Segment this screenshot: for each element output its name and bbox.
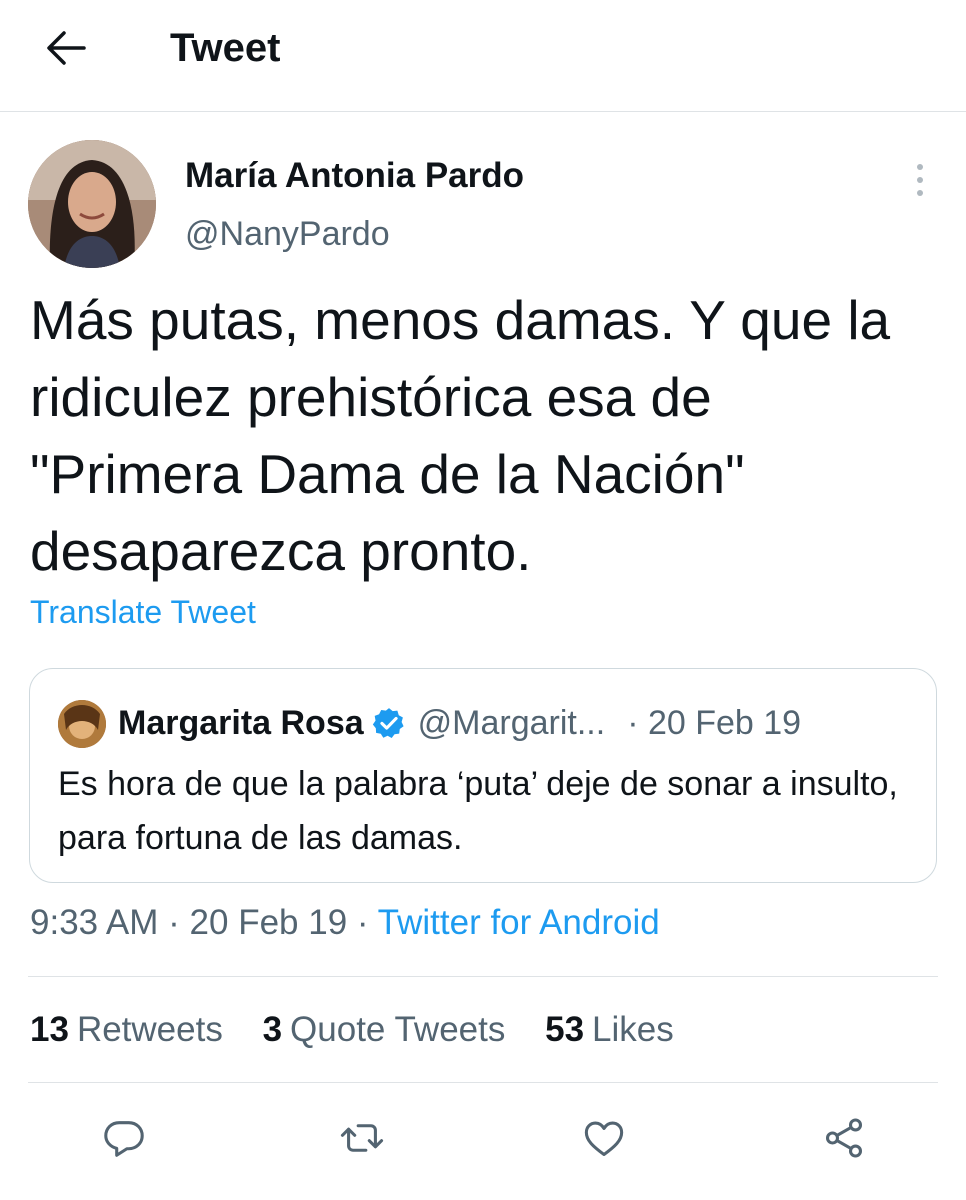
action-bar [0,1106,966,1170]
avatar[interactable] [28,140,156,268]
retweet-button[interactable] [330,1106,394,1170]
retweet-icon [340,1124,384,1152]
share-icon [825,1118,863,1158]
author-handle[interactable]: @NanyPardo [185,212,390,256]
top-bar: Tweet [0,0,966,112]
more-options-icon[interactable] [908,160,932,200]
back-button[interactable] [38,22,94,74]
tweet-source-link[interactable]: Twitter for Android [378,903,660,942]
quote-tweets-stat[interactable]: 3 Quote Tweets [263,1008,506,1052]
translate-tweet-link[interactable]: Translate Tweet [30,592,256,632]
meta-separator: · [356,903,378,942]
reply-button[interactable] [92,1106,156,1170]
tweet-author: María Antonia Pardo @NanyPardo [28,140,938,270]
quoted-text: Es hora de que la palabra ‘puta’ deje de… [58,765,898,857]
likes-stat[interactable]: 53 Likes [545,1008,674,1052]
tweet-stats: 13 Retweets 3 Quote Tweets 53 Likes [30,1008,704,1052]
tweet-meta: 9:33 AM · 20 Feb 19 · Twitter for Androi… [30,900,660,946]
quoted-date: · 20 Feb 19 [627,703,802,742]
reply-icon [104,1121,144,1157]
meta-separator: · [168,903,190,942]
divider [28,976,938,977]
quoted-author-name: Margarita Rosa [118,703,364,742]
quoted-header: Margarita Rosa @Margarit... · 20 Feb 19 [118,699,801,747]
verified-badge-icon [372,706,406,740]
divider [28,1082,938,1083]
retweets-stat[interactable]: 13 Retweets [30,1008,223,1052]
share-button[interactable] [812,1106,876,1170]
author-name[interactable]: María Antonia Pardo [185,154,524,198]
like-button[interactable] [572,1106,636,1170]
tweet-date: 20 Feb 19 [189,903,348,942]
quoted-avatar [58,700,106,748]
tweet-time: 9:33 AM [30,903,159,942]
tweet-text: Más putas, menos damas. Y que la ridicul… [30,289,891,582]
like-icon [584,1121,624,1157]
quoted-tweet[interactable]: Margarita Rosa @Margarit... · 20 Feb 19 … [29,668,937,883]
page-title: Tweet [170,26,281,70]
arrow-left-icon [47,31,86,65]
quoted-author-handle: @Margarit... [417,703,606,742]
